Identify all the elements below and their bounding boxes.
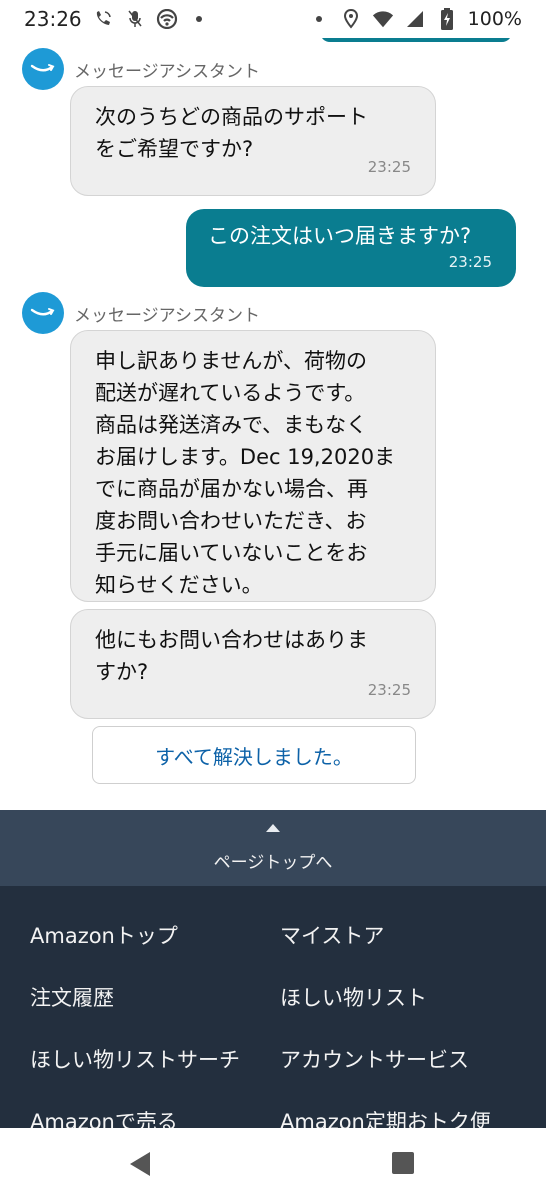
chat-area[interactable]: メッセージアシスタント 次のうちどの商品のサポート をご希望ですか? 23:25… <box>0 38 546 810</box>
footer-link-wish-list[interactable]: ほしい物リスト <box>280 982 427 1012</box>
message-line: 配送が遅れているようです。 <box>95 381 366 405</box>
system-nav-bar <box>0 1128 546 1200</box>
battery-percent: 100% <box>467 8 522 30</box>
mic-off-icon <box>124 8 146 30</box>
previous-message-bubble <box>320 38 512 42</box>
message-line: 申し訳ありませんが、荷物の <box>95 349 367 373</box>
footer-link-account-service[interactable]: アカウントサービス <box>280 1044 469 1074</box>
footer-link-sell-on-amazon[interactable]: Amazonで売る <box>30 1106 178 1128</box>
message-line: 次のうちどの商品のサポート <box>95 105 368 129</box>
assistant-name: メッセージアシスタント <box>74 61 260 82</box>
message-line: でに商品が届かない場合、再 <box>95 477 368 501</box>
wifi-calling-icon <box>92 8 114 30</box>
message-line: お届けします。Dec 19,2020ま <box>95 445 396 469</box>
status-bar: 23:26 100% <box>0 0 546 38</box>
assistant-name: メッセージアシスタント <box>74 305 260 326</box>
footer-link-wish-list-search[interactable]: ほしい物リストサーチ <box>30 1044 240 1074</box>
arrow-up-icon <box>266 824 280 832</box>
wifi-icon <box>156 8 178 30</box>
location-icon <box>340 8 362 30</box>
message-line: 知らせください。 <box>95 573 263 597</box>
assistant-header: メッセージアシスタント <box>22 292 260 334</box>
footer-link-subscribe-save[interactable]: Amazon定期おトク便 <box>280 1106 491 1128</box>
message-time: 23:25 <box>367 158 411 176</box>
message-time: 23:25 <box>448 253 492 271</box>
assistant-message: 次のうちどの商品のサポート をご希望ですか? 23:25 <box>70 86 436 196</box>
dot-icon <box>308 8 330 30</box>
dot-icon <box>188 8 210 30</box>
message-line: 手元に届いていないことをお <box>95 541 368 565</box>
footer-nav: Amazonトップ マイストア 注文履歴 ほしい物リスト ほしい物リストサーチ … <box>0 886 546 1128</box>
battery-charging-icon <box>436 8 458 30</box>
message-line: 他にもお問い合わせはありま <box>95 628 368 652</box>
recent-apps-icon[interactable] <box>392 1152 414 1174</box>
assistant-message: 他にもお問い合わせはありま すか? 23:25 <box>70 609 436 719</box>
cell-signal-icon <box>404 8 426 30</box>
back-nav-icon[interactable] <box>130 1152 150 1176</box>
amazon-smile-icon <box>22 48 64 90</box>
wifi-signal-icon <box>372 8 394 30</box>
all-resolved-button[interactable]: すべて解決しました。 <box>92 726 416 784</box>
assistant-message: 申し訳ありませんが、荷物の 配送が遅れているようです。 商品は発送済みで、まもな… <box>70 330 436 602</box>
status-time: 23:26 <box>24 7 82 31</box>
assistant-header: メッセージアシスタント <box>22 48 260 90</box>
user-message: この注文はいつ届きますか? 23:25 <box>186 209 516 287</box>
footer-link-my-store[interactable]: マイストア <box>280 920 384 950</box>
page-top-label: ページトップへ <box>213 853 333 873</box>
amazon-smile-icon <box>22 292 64 334</box>
message-line: すか? <box>95 660 149 684</box>
footer-link-amazon-top[interactable]: Amazonトップ <box>30 920 178 950</box>
page-top-button[interactable]: ページトップへ <box>0 810 546 886</box>
footer-link-order-history[interactable]: 注文履歴 <box>30 982 114 1012</box>
message-line: 商品は発送済みで、まもなく <box>95 413 368 437</box>
message-line: 度お問い合わせいただき、お <box>95 509 367 533</box>
message-line: をご希望ですか? <box>95 137 254 161</box>
message-time: 23:25 <box>367 681 411 699</box>
